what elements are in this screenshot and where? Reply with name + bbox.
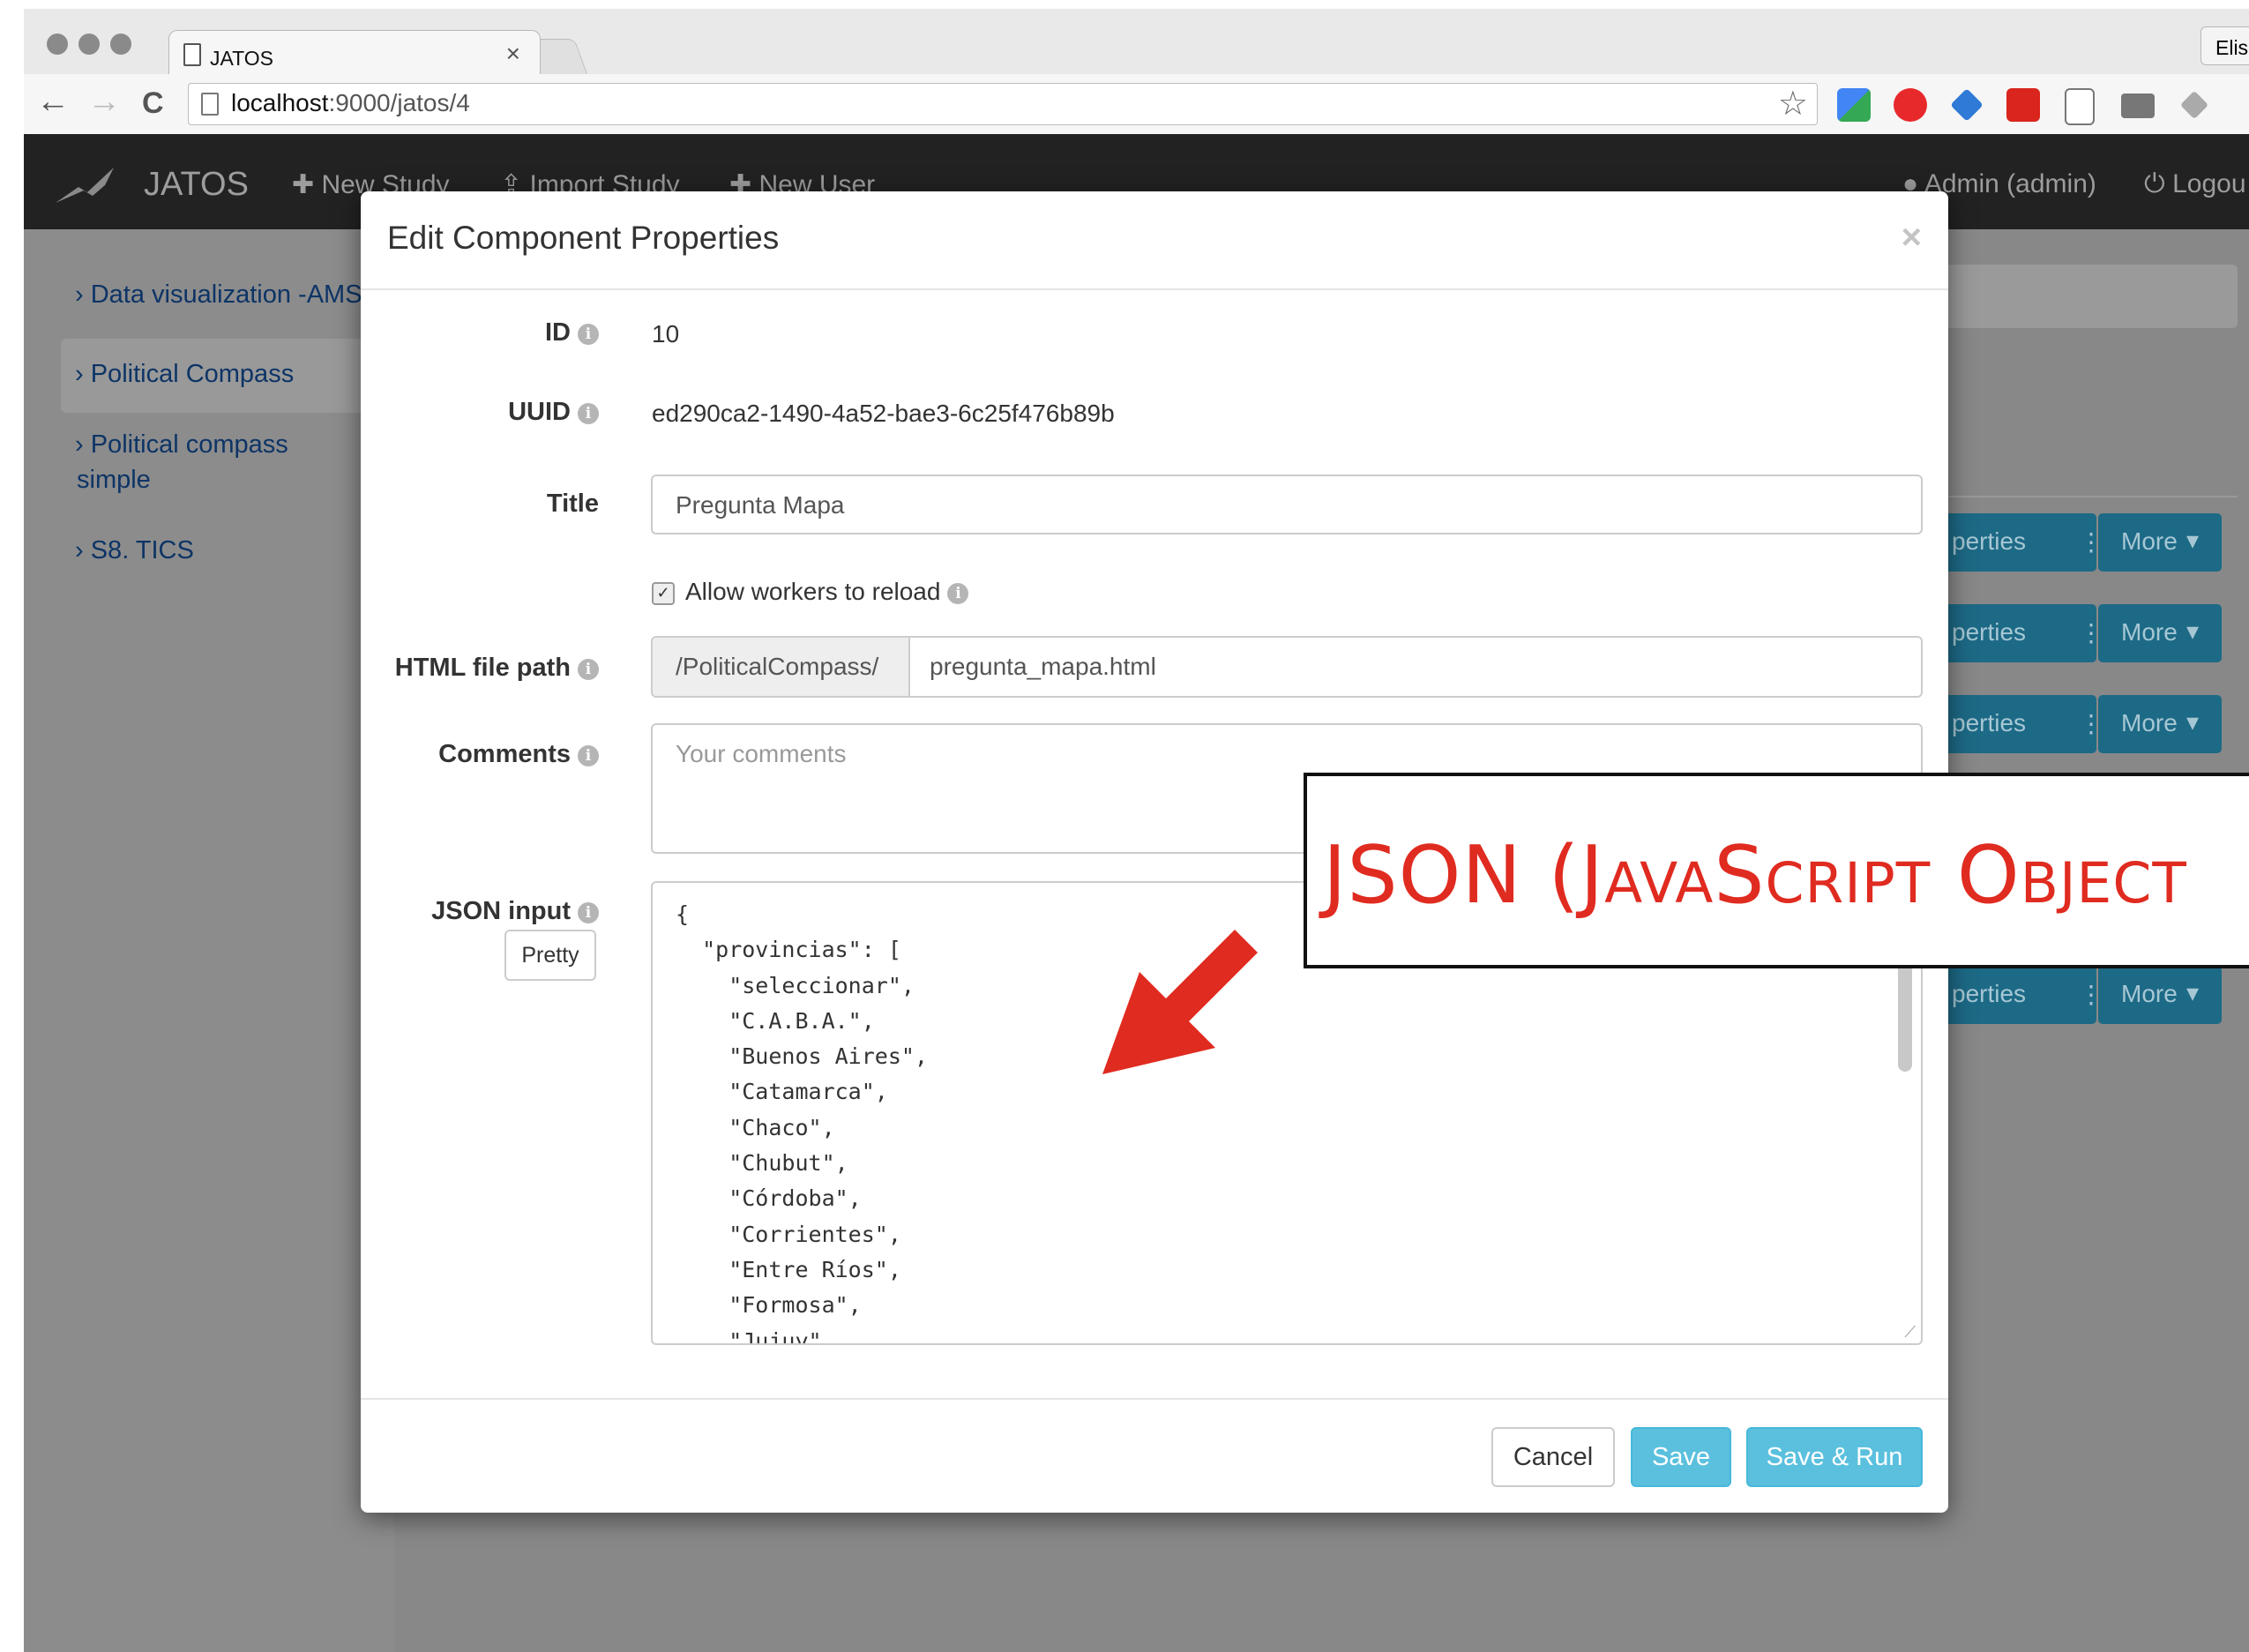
google-extension-icon[interactable] [1837, 88, 1871, 122]
info-icon[interactable]: i [578, 403, 599, 424]
sidebar-item-s8-tics[interactable]: › S8. TICS [75, 536, 194, 565]
html-path-input[interactable]: pregunta_mapa.html [930, 653, 1156, 681]
more-button[interactable]: More ▾ [2098, 966, 2222, 1024]
dropbox-extension-icon[interactable] [2179, 90, 2209, 120]
close-icon[interactable]: × [1902, 218, 1922, 258]
allow-reload-label: Allow workers to reload [685, 578, 941, 605]
comments-label: Comments [438, 740, 571, 768]
sidebar-item-label: Political compass [90, 430, 288, 459]
chevron-right-icon: › [75, 536, 91, 564]
browser-toolbar: ← → C localhost:9000/jatos/4 ☆ [24, 74, 2249, 135]
url-text: localhost:9000/jatos/4 [231, 89, 470, 117]
inbox-extension-icon[interactable] [2121, 93, 2155, 118]
info-icon[interactable]: i [578, 745, 599, 766]
more-button[interactable]: More ▾ [2098, 695, 2222, 753]
close-window-button[interactable] [47, 34, 68, 55]
info-icon[interactable]: i [578, 324, 599, 345]
title-label: Title [546, 490, 599, 518]
properties-label: perties [1952, 709, 2027, 736]
page-icon [183, 43, 201, 66]
save-button[interactable]: Save [1631, 1427, 1731, 1487]
more-label: More [2121, 980, 2178, 1007]
document-extension-icon[interactable] [2065, 88, 2095, 125]
save-and-run-button[interactable]: Save & Run [1746, 1427, 1923, 1487]
info-icon[interactable]: i [578, 659, 599, 680]
sidebar-item-label: Political Compass [90, 360, 295, 388]
tab-strip: JATOS × Elis [24, 9, 2249, 77]
tab-title: JATOS [210, 47, 273, 70]
browser-tab[interactable]: JATOS × [168, 30, 541, 77]
modal-header: Edit Component Properties × [361, 191, 1948, 290]
chevron-right-icon: › [75, 360, 91, 388]
properties-label: perties [1952, 980, 2027, 1007]
html-path-prefix: /PoliticalCompass/ [653, 638, 910, 696]
caret-down-icon: ▾ [2186, 979, 2200, 1006]
more-label: More [2121, 709, 2178, 736]
chevron-right-icon: › [75, 430, 91, 459]
html-path-prefix-text: /PoliticalCompass/ [676, 653, 879, 680]
uuid-label-row: UUID i [361, 398, 599, 427]
html-path-label-row: HTML file path i [361, 654, 599, 683]
pretty-button[interactable]: Pretty [504, 930, 596, 981]
more-button[interactable]: More ▾ [2098, 604, 2222, 662]
profile-button[interactable]: Elis [2200, 26, 2249, 65]
properties-label: perties [1952, 618, 2027, 646]
back-icon[interactable]: ← [36, 83, 70, 121]
sidebar-item-label-continued: simple [77, 466, 151, 494]
html-path-label: HTML file path [394, 654, 571, 682]
url-host: localhost [231, 89, 329, 116]
uuid-value: ed290ca2-1490-4a52-bae3-6c25f476b89b [652, 400, 1115, 427]
red-arrow-icon [1102, 930, 1258, 1074]
sidebar-item-political-compass[interactable]: › Political Compass [75, 360, 294, 389]
allow-reload-label-row: Allow workers to reload i [685, 578, 969, 606]
info-icon[interactable]: i [947, 583, 969, 604]
html-path-input-group: /PoliticalCompass/ pregunta_mapa.html [651, 636, 1923, 698]
json-callout-box: JSON (JavaScript Object [1304, 773, 2249, 968]
comments-placeholder: Your comments [676, 740, 847, 767]
diamond-extension-icon[interactable] [1950, 88, 1984, 122]
sidebar-item-political-compass-simple[interactable]: › Political compass [75, 430, 288, 460]
sidebar-item-data-visualization[interactable]: › Data visualization -AMS [75, 280, 362, 310]
id-label: ID [545, 318, 571, 347]
uuid-label: UUID [508, 398, 571, 426]
address-bar[interactable]: localhost:9000/jatos/4 ☆ [188, 83, 1818, 125]
comments-label-row: Comments i [361, 740, 599, 769]
modal-footer-divider [361, 1398, 1948, 1400]
menu-extension-icon[interactable] [2006, 88, 2040, 122]
reload-icon[interactable]: C [142, 86, 164, 121]
close-tab-icon[interactable]: × [506, 40, 520, 68]
id-label-row: ID i [361, 318, 599, 348]
sidebar-item-label: Data visualization -AMS [90, 280, 362, 309]
page-icon [201, 93, 219, 116]
bookmark-star-icon[interactable]: ☆ [1778, 84, 1808, 123]
more-label: More [2121, 527, 2178, 555]
allow-reload-checkbox[interactable]: ✓ [652, 582, 675, 605]
caret-down-icon: ▾ [2186, 527, 2200, 554]
json-label-row: JSON input i [361, 897, 599, 926]
url-path: :9000/jatos/4 [328, 89, 470, 116]
zoom-window-button[interactable] [110, 34, 131, 55]
sidebar-item-label: S8. TICS [90, 536, 194, 564]
id-value: 10 [652, 320, 680, 348]
json-input-label: JSON input [431, 897, 571, 925]
more-label: More [2121, 618, 2178, 646]
minimize-window-button[interactable] [78, 34, 100, 55]
callout-text: JSON (JavaScript Object [1323, 829, 2187, 922]
json-scrollbar[interactable] [1898, 953, 1912, 1072]
adblock-extension-icon[interactable] [1894, 88, 1927, 122]
info-icon[interactable]: i [578, 902, 599, 923]
caret-down-icon: ▾ [2186, 708, 2200, 736]
caret-down-icon: ▾ [2186, 617, 2200, 645]
json-input-content: { "provincias": [ "seleccionar", "C.A.B.… [676, 901, 928, 1345]
forward-icon[interactable]: → [87, 83, 121, 121]
cancel-button[interactable]: Cancel [1491, 1427, 1615, 1487]
title-input-value: Pregunta Mapa [676, 491, 845, 519]
more-button[interactable]: More ▾ [2098, 513, 2222, 572]
chevron-right-icon: › [75, 280, 91, 309]
title-input[interactable]: Pregunta Mapa [651, 475, 1923, 534]
resize-handle-icon[interactable]: ⟋ [1904, 1323, 1916, 1342]
properties-label: perties [1952, 527, 2027, 555]
modal-title: Edit Component Properties [387, 220, 780, 256]
